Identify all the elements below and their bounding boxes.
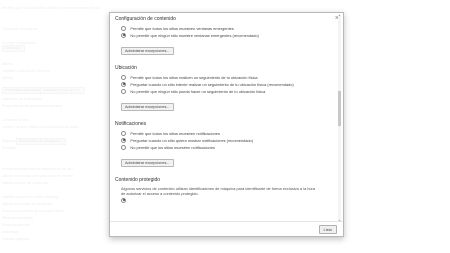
radio-option[interactable]: Permitir que todos los sitios realicen u… [115, 74, 333, 81]
radio-unchecked-icon[interactable] [121, 130, 127, 137]
manage-exceptions-button[interactable]: Administrar excepciones... [121, 47, 174, 55]
radio-unchecked-icon[interactable] [121, 25, 127, 32]
radio-unchecked-icon[interactable] [121, 88, 127, 95]
scroll-up-arrow-icon[interactable]: ▲ [338, 13, 341, 17]
dialog-scroll-area[interactable]: Configuración de contenido Permitir que t… [110, 13, 336, 221]
dialog-scrollbar[interactable] [338, 16, 341, 221]
manage-exceptions-button[interactable]: Administrar excepciones... [121, 159, 174, 167]
radio-label: Preguntar cuando un sitio intente realiz… [130, 82, 294, 87]
section-title: Configuración de contenido [115, 16, 176, 22]
radio-label: Permitir que todos los sitios realicen u… [130, 75, 258, 80]
radio-option[interactable]: No permitir que los sitios muestren noti… [115, 144, 333, 151]
radio-option[interactable]: Permitir que todos los sitios muestren v… [115, 25, 333, 32]
radio-option[interactable] [115, 197, 333, 204]
section-title: Contenido protegido [115, 177, 161, 183]
radio-option[interactable]: Preguntar cuando un sitio quiera mostrar… [115, 137, 333, 144]
radio-unchecked-icon[interactable] [121, 74, 127, 81]
radio-checked-icon[interactable] [121, 81, 127, 88]
content-settings-dialog: Configuración de contenido Permitir que t… [109, 12, 344, 237]
radio-option[interactable]: Preguntar cuando un sitio intente realiz… [115, 81, 333, 88]
manage-exceptions-button[interactable]: Administrar excepciones... [121, 103, 174, 111]
scrollbar-thumb[interactable] [338, 91, 341, 126]
radio-option[interactable]: No permitir que ningún sitio muestre ven… [115, 32, 333, 39]
radio-label: No permitir que ningún sitio muestre ven… [130, 33, 259, 38]
done-button[interactable]: Listo [318, 225, 337, 234]
radio-option[interactable]: Permitir que todos los sitios muestren n… [115, 130, 333, 137]
radio-checked-icon[interactable] [121, 137, 127, 144]
radio-label: Preguntar cuando un sitio quiera mostrar… [130, 138, 254, 143]
radio-option[interactable]: No permitir que ningún sitio pueda hacer… [115, 88, 333, 95]
radio-checked-icon[interactable] [121, 197, 127, 203]
radio-label: Permitir que todos los sitios muestren n… [130, 131, 220, 136]
radio-label: No permitir que ningún sitio pueda hacer… [130, 89, 266, 94]
radio-label: No permitir que los sitios muestren noti… [130, 145, 215, 150]
section-title: Notificaciones [115, 121, 147, 127]
radio-label: Permitir que todos los sitios muestren v… [130, 26, 234, 31]
dialog-content: Configuración de contenido Permitir que t… [115, 16, 333, 204]
section-title: Ubicación [115, 65, 137, 71]
radio-checked-icon[interactable] [121, 32, 127, 39]
dialog-footer: Listo [110, 221, 343, 236]
radio-unchecked-icon[interactable] [121, 144, 127, 151]
